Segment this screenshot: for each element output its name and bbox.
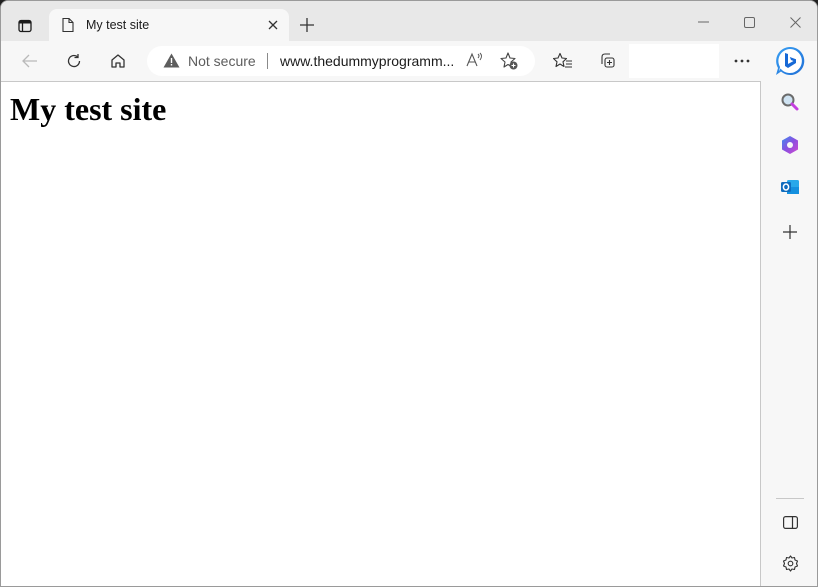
favorites-button[interactable]: [548, 47, 578, 75]
search-icon: [781, 93, 799, 111]
plus-icon: [783, 225, 797, 239]
refresh-button[interactable]: [59, 47, 89, 75]
maximize-icon: [743, 16, 755, 28]
office-icon: [782, 136, 798, 154]
sidebar-item-search[interactable]: [776, 88, 804, 116]
minimize-icon: [698, 21, 709, 23]
more-button[interactable]: [727, 47, 757, 75]
sidebar-settings-button[interactable]: [776, 549, 804, 577]
close-window-button[interactable]: [775, 9, 815, 35]
read-aloud-icon: [466, 52, 482, 67]
browser-window: My test site Not secure www.thedummyprog…: [0, 0, 818, 587]
back-arrow-icon: [22, 54, 37, 68]
sidebar-toggle-icon: [782, 515, 798, 529]
copilot-button[interactable]: [773, 44, 807, 78]
read-aloud-button[interactable]: [465, 51, 485, 74]
page-content: My test site: [1, 81, 761, 586]
url-text[interactable]: www.thedummyprogramm...: [280, 53, 454, 69]
home-icon: [111, 54, 125, 68]
refresh-icon: [67, 54, 81, 68]
new-tab-button[interactable]: [295, 13, 319, 37]
back-button[interactable]: [15, 47, 45, 75]
sidebar-divider: [776, 498, 804, 499]
address-bar[interactable]: Not secure www.thedummyprogramm...: [147, 46, 535, 76]
collections-button[interactable]: [592, 47, 622, 75]
tab-actions-button[interactable]: [11, 12, 39, 40]
title-bar: My test site: [1, 1, 817, 42]
security-status[interactable]: Not secure: [188, 53, 256, 69]
tab-close-button[interactable]: [263, 15, 283, 35]
tab-active[interactable]: My test site: [49, 9, 289, 42]
minimize-button[interactable]: [684, 9, 724, 35]
sidebar-add-button[interactable]: [776, 218, 804, 246]
hide-sidebar-button[interactable]: [776, 508, 804, 536]
add-favorite-button[interactable]: [499, 51, 519, 76]
outlook-icon: [781, 180, 799, 194]
edge-sidebar: [762, 81, 817, 586]
warning-icon: [163, 53, 180, 68]
tab-actions-icon: [18, 19, 32, 33]
collections-icon: [601, 53, 615, 68]
toolbar-blank-area: [629, 44, 719, 78]
favorites-icon: [553, 52, 572, 68]
bing-copilot-icon: [776, 46, 805, 75]
plus-icon: [300, 18, 314, 32]
sidebar-item-microsoft-365[interactable]: [776, 131, 804, 159]
add-favorite-icon: [500, 52, 518, 70]
page-icon: [62, 17, 74, 33]
tab-title: My test site: [86, 18, 150, 32]
address-separator: [267, 53, 268, 69]
home-button[interactable]: [103, 47, 133, 75]
close-icon: [789, 16, 801, 28]
maximize-button[interactable]: [729, 9, 769, 35]
page-heading: My test site: [10, 91, 167, 127]
gear-icon: [782, 554, 798, 572]
more-icon: [734, 59, 750, 63]
navigation-toolbar: Not secure www.thedummyprogramm...: [1, 41, 817, 81]
close-icon: [268, 20, 278, 30]
sidebar-item-outlook[interactable]: [776, 173, 804, 201]
